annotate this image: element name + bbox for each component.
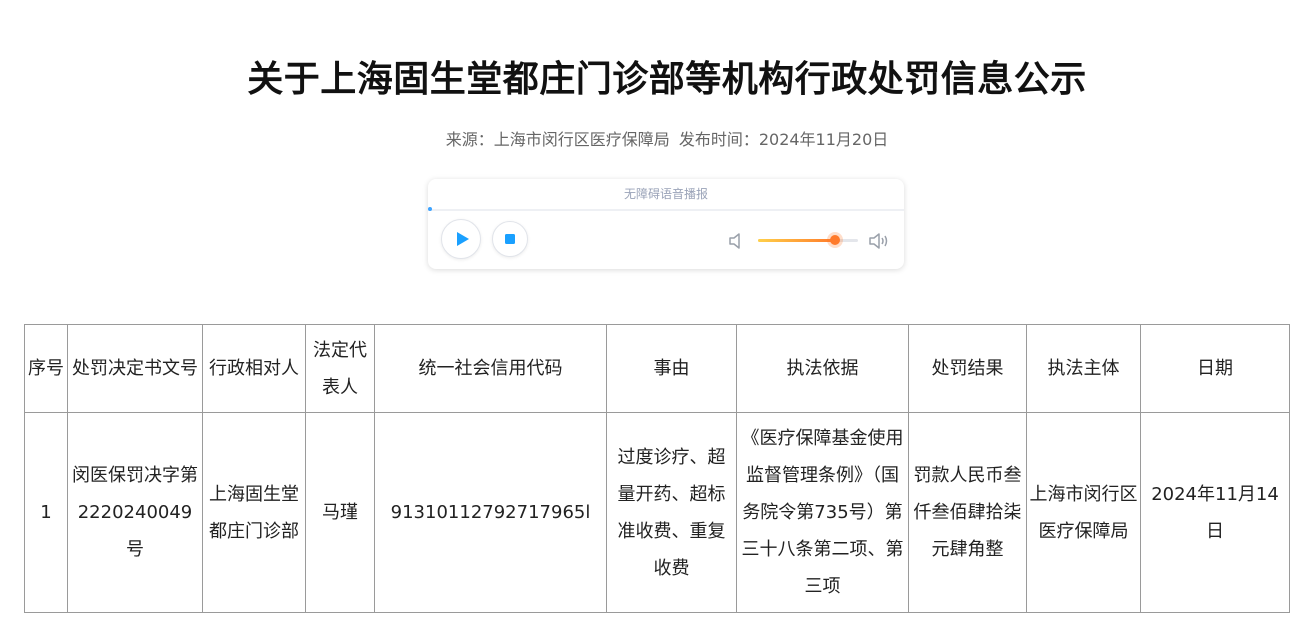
cell-legal-basis: 《医疗保障基金使用监督管理条例》（国务院令第735号）第三十八条第二项、第三项	[736, 412, 909, 613]
header-date: 日期	[1140, 324, 1290, 413]
cell-legal-representative: 马瑾	[305, 412, 375, 613]
header-reason: 事由	[606, 324, 737, 413]
cell-credit-code: 91310112792717965l	[374, 412, 607, 613]
voice-broadcast-player: 无障碍语音播报	[428, 179, 904, 269]
header-enforcement-body: 执法主体	[1026, 324, 1141, 413]
header-legal-representative: 法定代表人	[305, 324, 375, 413]
stop-icon	[505, 234, 515, 244]
article-meta: 来源：上海市闵行区医疗保障局 发布时间：2024年11月20日	[0, 126, 1298, 150]
player-header: 无障碍语音播报	[428, 179, 904, 211]
publish-date-text: 发布时间：2024年11月20日	[678, 130, 889, 149]
header-credit-code: 统一社会信用代码	[374, 324, 607, 413]
volume-low-icon	[729, 233, 740, 249]
table-row: 1 闵医保罚决字第2220240049号 上海固生堂都庄门诊部 马瑾 91310…	[24, 412, 1290, 613]
source-text: 来源：上海市闵行区医疗保障局	[445, 130, 670, 149]
table-header-row: 序号 处罚决定书文号 行政相对人 法定代表人 统一社会信用代码 事由 执法依据 …	[24, 324, 1290, 413]
page-title: 关于上海固生堂都庄门诊部等机构行政处罚信息公示	[247, 59, 1087, 100]
cell-date: 2024年11月14日	[1140, 412, 1290, 613]
play-button[interactable]	[441, 219, 481, 259]
volume-fill	[758, 239, 835, 242]
cell-reason: 过度诊疗、超量开药、超标准收费、重复收费	[606, 412, 737, 613]
stop-button[interactable]	[492, 221, 528, 257]
cell-decision-number: 闵医保罚决字第2220240049号	[67, 412, 203, 613]
header-serial: 序号	[24, 324, 68, 413]
header-decision-number: 处罚决定书文号	[67, 324, 203, 413]
header-penalty-result: 处罚结果	[908, 324, 1027, 413]
volume-high-icon	[869, 233, 888, 249]
volume-slider[interactable]	[758, 235, 858, 245]
penalty-table: 序号 处罚决定书文号 行政相对人 法定代表人 统一社会信用代码 事由 执法依据 …	[24, 324, 1290, 613]
cell-counterparty: 上海固生堂都庄门诊部	[202, 412, 306, 613]
cell-enforcement-body: 上海市闵行区医疗保障局	[1026, 412, 1141, 613]
header-counterparty: 行政相对人	[202, 324, 306, 413]
cell-penalty-result: 罚款人民币叁仟叁佰肆拾柒元肆角整	[908, 412, 1027, 613]
header-legal-basis: 执法依据	[736, 324, 909, 413]
play-icon	[457, 232, 469, 246]
playback-progress[interactable]	[428, 207, 432, 211]
cell-serial: 1	[24, 412, 68, 613]
volume-knob[interactable]	[830, 235, 840, 245]
